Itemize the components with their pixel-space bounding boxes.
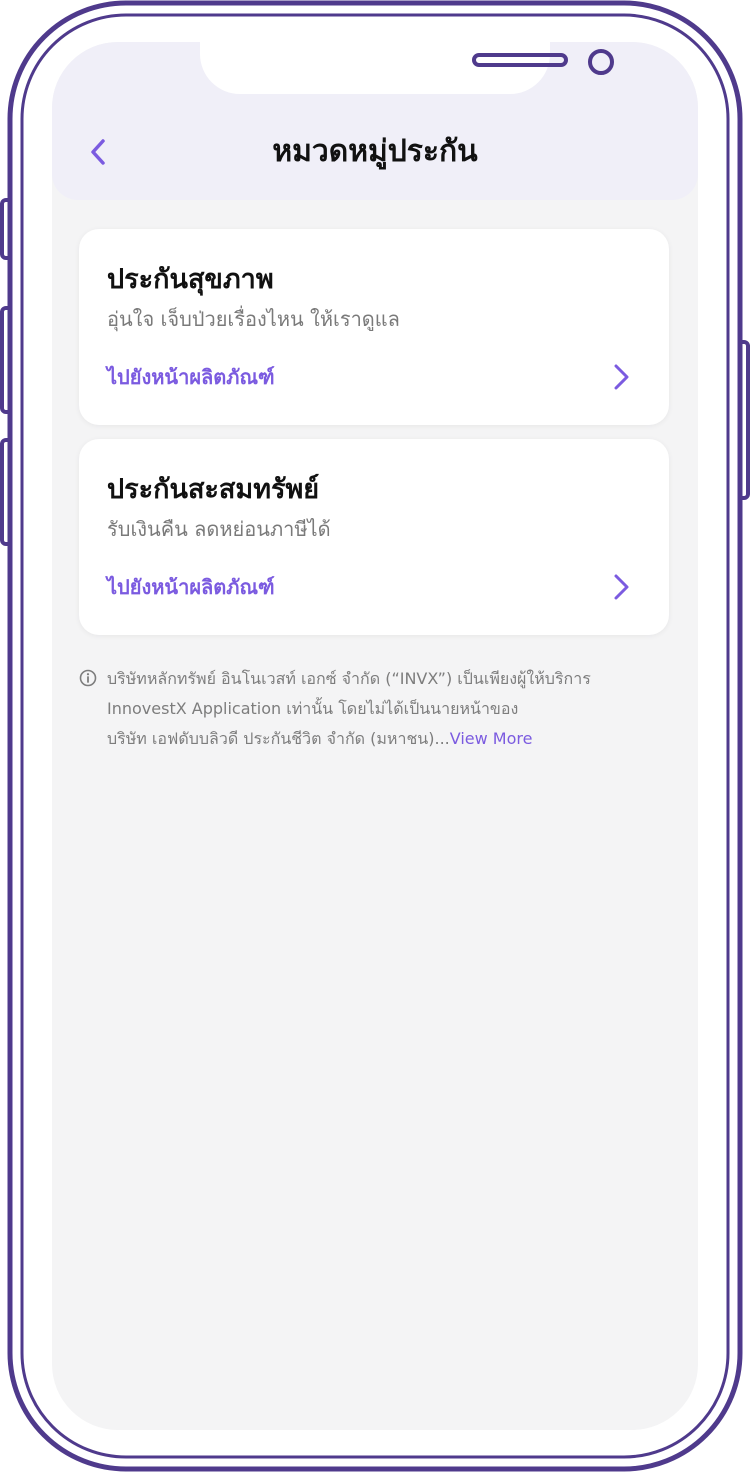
disclaimer-line-2: InnovestX Application เท่านั้น โดยไม่ได้… xyxy=(107,699,519,718)
go-to-product-link[interactable]: ไปยังหน้าผลิตภัณฑ์ xyxy=(107,362,275,392)
app-screen: หมวดหมู่ประกัน ประกันสุขภาพ อุ่นใจ เจ็บป… xyxy=(52,42,698,1430)
chevron-left-icon xyxy=(91,139,105,165)
disclaimer-line-1: บริษัทหลักทรัพย์ อินโนเวสท์ เอกซ์ จำกัด … xyxy=(107,669,591,688)
card-subtitle: อุ่นใจ เจ็บป่วยเรื่องไหน ให้เราดูแล xyxy=(107,307,400,331)
view-more-link[interactable]: View More xyxy=(450,729,533,748)
page-title: หมวดหมู่ประกัน xyxy=(272,134,478,169)
card-subtitle: รับเงินคืน ลดหย่อนภาษีได้ xyxy=(107,517,331,541)
info-icon xyxy=(79,669,97,687)
insurance-card-health[interactable]: ประกันสุขภาพ อุ่นใจ เจ็บป่วยเรื่องไหน ให… xyxy=(79,229,669,425)
back-button[interactable] xyxy=(80,132,116,172)
phone-notch xyxy=(200,42,614,94)
disclaimer-text: บริษัทหลักทรัพย์ อินโนเวสท์ เอกซ์ จำกัด … xyxy=(107,664,667,754)
speaker-slot xyxy=(472,53,568,67)
disclaimer-line-3: บริษัท เอฟดับบลิวดี ประกันชีวิต จำกัด (ม… xyxy=(107,724,667,754)
card-title: ประกันสะสมทรัพย์ xyxy=(107,474,320,505)
disclaimer-line-3-text: บริษัท เอฟดับบลิวดี ประกันชีวิต จำกัด (ม… xyxy=(107,729,450,748)
insurance-card-savings[interactable]: ประกันสะสมทรัพย์ รับเงินคืน ลดหย่อนภาษีไ… xyxy=(79,439,669,635)
chevron-right-icon[interactable] xyxy=(609,573,633,601)
camera-dot xyxy=(588,49,614,75)
phone-mockup: หมวดหมู่ประกัน ประกันสุขภาพ อุ่นใจ เจ็บป… xyxy=(0,0,750,1474)
card-title: ประกันสุขภาพ xyxy=(107,264,274,295)
go-to-product-link[interactable]: ไปยังหน้าผลิตภัณฑ์ xyxy=(107,572,275,602)
header-bar: หมวดหมู่ประกัน xyxy=(52,42,698,200)
chevron-right-icon[interactable] xyxy=(609,363,633,391)
